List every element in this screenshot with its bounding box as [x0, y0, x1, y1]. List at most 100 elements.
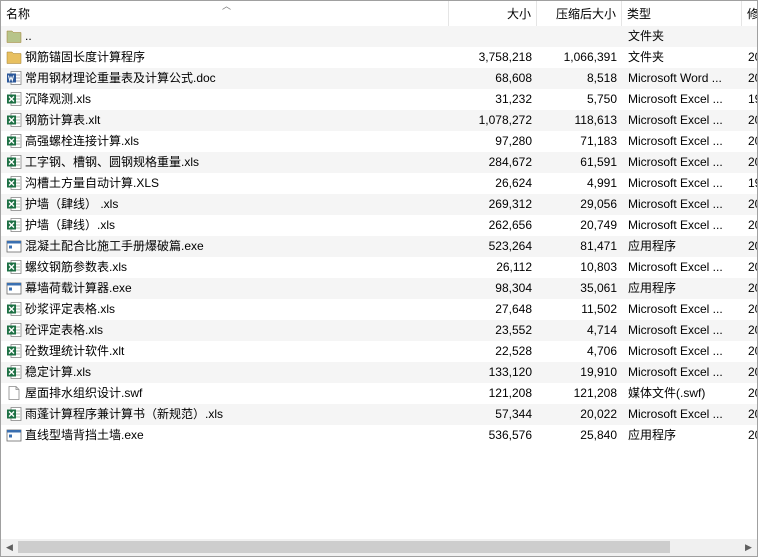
- file-type: 文件夹: [628, 50, 665, 64]
- file-type: Microsoft Excel ...: [628, 92, 723, 106]
- file-type: 应用程序: [628, 428, 677, 442]
- file-compressed-size: 71,183: [580, 134, 617, 148]
- file-compressed-size: 4,706: [586, 344, 617, 358]
- file-compressed-size: 61,591: [580, 155, 617, 169]
- file-name: 沟槽土方量自动计算.XLS: [25, 176, 160, 190]
- file-compressed-size: 4,991: [586, 176, 617, 190]
- file-row[interactable]: 屋面排水组织设计.swf 121,208 121,208 媒体文件(.swf) 20: [1, 383, 757, 404]
- file-name: 幕墙荷载计算器.exe: [25, 281, 132, 295]
- file-modified: 20: [748, 407, 757, 421]
- file-size: 523,264: [488, 239, 532, 253]
- file-row[interactable]: 工字钢、槽钢、圆钢规格重量.xls 284,672 61,591 Microsoft …: [1, 152, 757, 173]
- file-name: 稳定计算.xls: [25, 365, 92, 379]
- file-type: 应用程序: [628, 281, 677, 295]
- column-modified[interactable]: 修: [742, 1, 757, 26]
- file-row[interactable]: 螺纹钢筋参数表.xls 26,112 10,803 Microsoft Excel .…: [1, 257, 757, 278]
- file-type: Microsoft Excel ...: [628, 302, 723, 316]
- file-row[interactable]: 高强螺栓连接计算.xls 97,280 71,183 Microsoft Excel …: [1, 131, 757, 152]
- file-compressed-size: 29,056: [580, 197, 617, 211]
- file-row[interactable]: 雨蓬计算程序兼计算书（新规范）.xls 57,344 20,022 Microsoft…: [1, 404, 757, 425]
- file-size: 98,304: [495, 281, 532, 295]
- file-name: 雨蓬计算程序兼计算书（新规范）.xls: [25, 407, 224, 421]
- column-size[interactable]: 大小: [449, 1, 536, 26]
- file-row[interactable]: 护墙（肆线） .xls 269,312 29,056 Microsoft Excel …: [1, 194, 757, 215]
- file-size: 57,344: [495, 407, 532, 421]
- file-row[interactable]: 钢筋锚固长度计算程序 3,758,218 1,066,391 文件夹 20: [1, 47, 757, 68]
- file-size: 97,280: [495, 134, 532, 148]
- file-row[interactable]: 直线型墙背挡土墙.exe 536,576 25,840 应用程序 20: [1, 425, 757, 446]
- file-modified: 20: [748, 218, 757, 232]
- file-name: 直线型墙背挡土墙.exe: [25, 428, 144, 442]
- file-name: 砼评定表格.xls: [25, 323, 104, 337]
- file-modified: 20: [748, 281, 757, 295]
- file-type: Microsoft Excel ...: [628, 155, 723, 169]
- file-size: 133,120: [488, 365, 532, 379]
- file-size: 284,672: [488, 155, 532, 169]
- file-name: 屋面排水组织设计.swf: [25, 386, 143, 400]
- file-compressed-size: [536, 26, 621, 47]
- file-compressed-size: 5,750: [586, 92, 617, 106]
- file-row[interactable]: 钢筋计算表.xlt 1,078,272 118,613 Microsoft Excel…: [1, 110, 757, 131]
- file-size: [448, 26, 536, 47]
- file-size: 262,656: [488, 218, 532, 232]
- file-name: 混凝土配合比施工手册爆破篇.exe: [25, 239, 204, 253]
- file-size: 27,648: [495, 302, 532, 316]
- file-row[interactable]: 稳定计算.xls 133,120 19,910 Microsoft Excel ...…: [1, 362, 757, 383]
- file-type: Microsoft Excel ...: [628, 260, 723, 274]
- column-compressed-label: 压缩后大小: [555, 7, 616, 21]
- file-compressed-size: 118,613: [574, 113, 618, 127]
- file-compressed-size: 20,749: [580, 218, 617, 232]
- file-type: Microsoft Excel ...: [628, 197, 723, 211]
- column-type[interactable]: 类型: [622, 1, 741, 26]
- file-row[interactable]: 砂浆评定表格.xls 27,648 11,502 Microsoft Excel ..…: [1, 299, 757, 320]
- file-modified: 20: [748, 134, 757, 148]
- scroll-right-icon[interactable]: ▶: [740, 539, 757, 556]
- file-compressed-size: 20,022: [580, 407, 617, 421]
- file-modified: 20: [748, 344, 757, 358]
- file-size: 536,576: [488, 428, 532, 442]
- file-type: Microsoft Excel ...: [628, 176, 723, 190]
- file-modified: 20: [748, 386, 757, 400]
- file-type: Microsoft Excel ...: [628, 407, 723, 421]
- file-modified: 20: [748, 365, 757, 379]
- file-type: Microsoft Word ...: [628, 71, 722, 85]
- file-modified: [741, 26, 757, 47]
- file-row[interactable]: 砼数理统计软件.xlt 22,528 4,706 Microsoft Excel ..…: [1, 341, 757, 362]
- file-row[interactable]: 混凝土配合比施工手册爆破篇.exe 523,264 81,471 应用程序 20: [1, 236, 757, 257]
- file-modified: 20: [748, 50, 757, 64]
- column-type-label: 类型: [627, 7, 652, 21]
- file-row[interactable]: 护墙（肆线）.xls 262,656 20,749 Microsoft Excel .…: [1, 215, 757, 236]
- file-size: 26,112: [496, 260, 532, 274]
- sort-up-icon: ︿: [222, 1, 232, 11]
- column-compressed[interactable]: 压缩后大小: [537, 1, 621, 26]
- file-type: Microsoft Excel ...: [628, 344, 723, 358]
- file-name: 工字钢、槽钢、圆钢规格重量.xls: [25, 155, 200, 169]
- file-size: 23,552: [495, 323, 532, 337]
- horizontal-scrollbar[interactable]: ◀ ▶: [1, 539, 757, 556]
- file-type: Microsoft Excel ...: [628, 134, 723, 148]
- file-modified: 20: [748, 71, 757, 85]
- file-modified: 20: [748, 302, 757, 316]
- file-size: 3,758,218: [478, 50, 532, 64]
- file-name: 螺纹钢筋参数表.xls: [25, 260, 128, 274]
- scrollbar-thumb[interactable]: [18, 541, 670, 553]
- file-row[interactable]: 砼评定表格.xls 23,552 4,714 Microsoft Excel ... 2…: [1, 320, 757, 341]
- scroll-left-icon[interactable]: ◀: [1, 539, 18, 556]
- file-modified: 20: [748, 113, 757, 127]
- file-size: 22,528: [495, 344, 532, 358]
- file-type: 文件夹: [628, 29, 665, 43]
- column-header: 名称 ︿ 大小 压缩后大小 类型 修: [1, 1, 757, 26]
- file-modified: 20: [748, 323, 757, 337]
- file-type: Microsoft Excel ...: [628, 365, 723, 379]
- file-name: 沉降观测.xls: [25, 92, 92, 106]
- file-row[interactable]: 常用钢材理论重量表及计算公式.doc 68,608 8,518 Microsoft W…: [1, 68, 757, 89]
- file-modified: 19: [748, 176, 757, 190]
- file-type: 应用程序: [628, 239, 677, 253]
- file-compressed-size: 19,910: [580, 365, 617, 379]
- file-row[interactable]: 沟槽土方量自动计算.XLS 26,624 4,991 Microsoft Excel …: [1, 173, 757, 194]
- file-modified: 20: [748, 239, 757, 253]
- file-row[interactable]: .. 文件夹: [1, 26, 757, 47]
- file-row[interactable]: 幕墙荷载计算器.exe 98,304 35,061 应用程序 20: [1, 278, 757, 299]
- file-compressed-size: 25,840: [580, 428, 617, 442]
- file-row[interactable]: 沉降观测.xls 31,232 5,750 Microsoft Excel ... 19: [1, 89, 757, 110]
